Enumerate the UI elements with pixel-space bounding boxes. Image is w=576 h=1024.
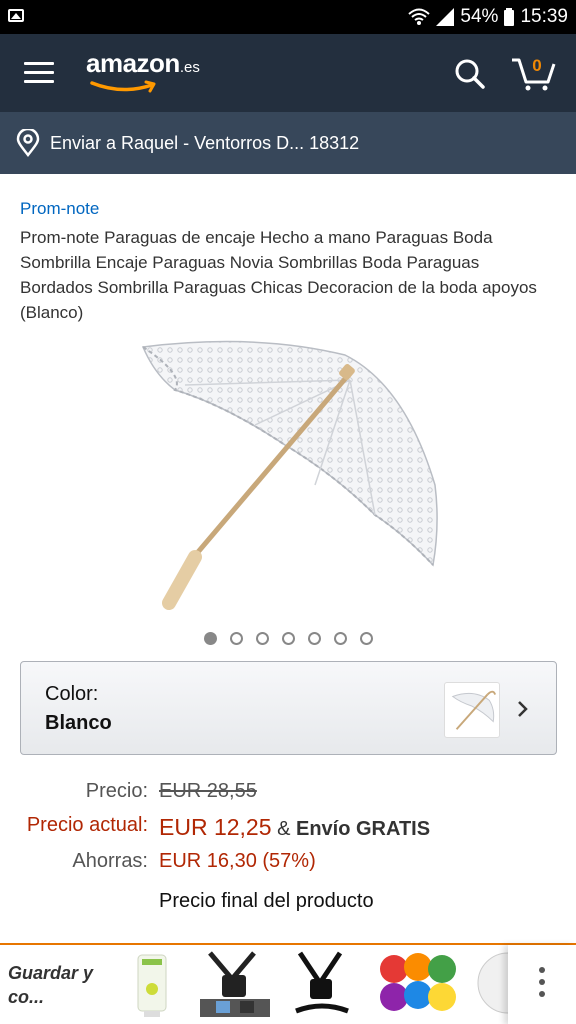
current-price-row: Precio actual: EUR 12,25 & Envío GRATIS [0, 814, 576, 844]
status-bar: 54% 15:39 [0, 0, 576, 34]
app-header: amazon.es 0 [0, 34, 576, 112]
final-price-note: Precio final del producto [159, 890, 374, 912]
vertical-dots-icon [508, 945, 576, 997]
recommended-item-white-fan[interactable] [470, 949, 510, 1021]
saved-items-bar: Guardar y co... [0, 943, 576, 1024]
product-title: Prom-note Paraguas de encaje Hecho a man… [20, 228, 537, 322]
free-shipping-text: Envío GRATIS [295, 818, 431, 840]
savings-label: Ahorras: [72, 850, 148, 872]
more-options-button[interactable] [508, 945, 576, 1024]
current-price-label: Precio actual: [26, 814, 148, 836]
color-thumbnail-image [444, 682, 500, 738]
battery-percent: 54% [460, 6, 499, 27]
recommended-item-cream-tube[interactable] [124, 949, 180, 1021]
shipping-separator: & [277, 818, 291, 840]
carousel-dot-5[interactable] [307, 632, 321, 645]
color-label: Color: [45, 683, 99, 705]
image-carousel-dots [0, 632, 576, 645]
recommended-item-paper-fans[interactable] [376, 949, 460, 1021]
list-price-row: Precio: EUR 28,55 [0, 780, 576, 810]
carousel-dot-4[interactable] [281, 632, 295, 645]
carousel-dot-3[interactable] [255, 632, 269, 645]
list-price-label: Precio: [85, 780, 148, 802]
saved-for-later-label[interactable]: Guardar y co... [8, 961, 98, 1009]
gallery-notification-icon [8, 9, 24, 22]
cart-count: 0 [532, 56, 542, 75]
color-value: Blanco [45, 712, 112, 734]
carousel-dot-1[interactable] [203, 632, 217, 645]
recommended-item-harness[interactable] [290, 949, 356, 1021]
delivery-address-text: Enviar a Raquel - Ventorros D... 18312 [50, 132, 360, 153]
location-pin-icon [16, 129, 40, 157]
logo-tld: .es [179, 59, 200, 76]
logo-smile-icon [90, 80, 156, 93]
battery-icon [504, 8, 515, 26]
amazon-logo[interactable]: amazon.es [86, 48, 200, 93]
brand-link[interactable]: Prom-note [20, 199, 99, 219]
recommended-item-chest-mount[interactable] [196, 949, 276, 1021]
cart-button[interactable]: 0 [510, 54, 558, 94]
signal-icon [436, 8, 455, 26]
savings-value: EUR 16,30 (57%) [159, 850, 316, 872]
search-icon[interactable] [454, 58, 486, 90]
carousel-dot-6[interactable] [333, 632, 347, 645]
savings-row: Ahorras: EUR 16,30 (57%) [0, 850, 576, 880]
hamburger-menu-icon[interactable] [24, 62, 54, 84]
product-image-lace-parasol[interactable] [135, 335, 445, 615]
wifi-icon [408, 8, 431, 25]
chevron-right-icon [518, 701, 528, 717]
clock: 15:39 [520, 6, 568, 27]
logo-word: amazon [86, 48, 180, 78]
carousel-dot-2[interactable] [229, 632, 243, 645]
color-selector[interactable]: Color: Blanco [20, 661, 557, 755]
current-price-value: EUR 12,25 [159, 814, 272, 840]
delivery-address-bar[interactable]: Enviar a Raquel - Ventorros D... 18312 [0, 112, 576, 174]
carousel-dot-7[interactable] [359, 632, 373, 645]
list-price-value: EUR 28,55 [159, 780, 257, 802]
